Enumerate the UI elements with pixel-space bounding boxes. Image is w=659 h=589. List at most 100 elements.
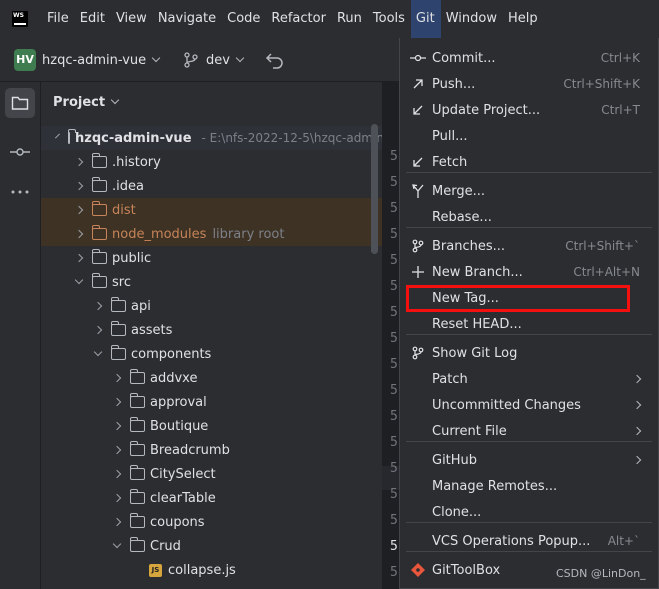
tree-row[interactable]: approval	[41, 390, 382, 414]
tree-row[interactable]: public	[41, 246, 382, 270]
branches-icon	[400, 239, 432, 253]
tree-row[interactable]: assets	[41, 318, 382, 342]
tree-item-label: components	[131, 346, 212, 362]
tree-row[interactable]: Breadcrumb	[41, 438, 382, 462]
expand-right-icon[interactable]	[93, 325, 103, 335]
menu-git[interactable]: Git	[410, 0, 441, 38]
git-menu-item-fetch[interactable]: Fetch	[400, 149, 658, 175]
tree-row[interactable]: .idea	[41, 174, 382, 198]
commit-icon	[10, 148, 30, 156]
commit-tool-button[interactable]	[5, 137, 35, 167]
menu-run[interactable]: Run	[332, 0, 368, 38]
expand-right-icon[interactable]	[74, 181, 84, 191]
tree-row[interactable]: CitySelect	[41, 462, 382, 486]
more-tools-button[interactable]	[5, 177, 35, 207]
expand-right-icon[interactable]	[112, 373, 122, 383]
expand-down-icon[interactable]	[55, 133, 60, 139]
menu-tools[interactable]: Tools	[368, 0, 411, 38]
project-tool-button[interactable]	[5, 88, 35, 118]
expand-down-icon[interactable]	[93, 347, 103, 357]
git-menu-item-merge[interactable]: Merge...	[400, 178, 658, 204]
menu-refactor[interactable]: Refactor	[266, 0, 332, 38]
git-dropdown-menu: Commit... Ctrl+K Push... Ctrl+Shift+K Update…	[399, 38, 659, 589]
tree-row[interactable]: dist	[41, 198, 382, 222]
tree-row[interactable]: .history	[41, 150, 382, 174]
menu-item-label: Branches...	[432, 238, 506, 254]
folder-icon	[91, 201, 107, 216]
menu-item-label: Show Git Log	[432, 345, 518, 361]
folder-icon	[129, 489, 145, 504]
expand-right-icon[interactable]	[74, 205, 84, 215]
tree-scrollbar[interactable]	[371, 124, 378, 254]
tree-row[interactable]: hzqc-admin-vue - E:\nfs-2022-12-5\hzqc-ad…	[41, 126, 382, 150]
line-number: 5	[390, 461, 398, 476]
git-menu-item-vcs-operations-popup[interactable]: VCS Operations Popup... Alt+`	[400, 528, 658, 554]
folder-icon	[129, 369, 145, 384]
tree-row[interactable]: coupons	[41, 510, 382, 534]
tree-row[interactable]: addvxe	[41, 366, 382, 390]
branch-selector[interactable]: dev	[184, 48, 245, 72]
expand-right-icon[interactable]	[112, 397, 122, 407]
git-menu-item-patch[interactable]: Patch	[400, 366, 658, 392]
git-menu-item-github[interactable]: GitHub	[400, 447, 658, 473]
menu-window[interactable]: Window	[441, 0, 503, 38]
expand-right-icon[interactable]	[112, 421, 122, 431]
folder-icon	[129, 465, 145, 480]
expand-right-icon[interactable]	[74, 253, 84, 263]
expand-down-icon[interactable]	[74, 275, 84, 285]
fetch-icon	[400, 156, 432, 168]
git-menu-item-clone[interactable]: Clone...	[400, 499, 658, 525]
menu-navigate[interactable]: Navigate	[153, 0, 222, 38]
tree-item-label: Crud	[150, 538, 181, 554]
expand-right-icon[interactable]	[74, 157, 84, 167]
submenu-arrow-icon	[632, 455, 642, 465]
git-menu-item-rebase[interactable]: Rebase...	[400, 204, 658, 230]
expand-right-icon[interactable]	[112, 493, 122, 503]
line-number: 5	[390, 201, 398, 216]
git-menu-item-manage-remotes[interactable]: Manage Remotes...	[400, 473, 658, 499]
git-menu-item-new-branch[interactable]: New Branch... Ctrl+Alt+N	[400, 259, 658, 285]
git-menu-item-pull[interactable]: Pull...	[400, 123, 658, 149]
menu-view[interactable]: View	[111, 0, 153, 38]
tree-row[interactable]: clearTable	[41, 486, 382, 510]
expand-right-icon[interactable]	[74, 229, 84, 239]
tree-row[interactable]: src	[41, 270, 382, 294]
git-menu-item-update-project[interactable]: Update Project... Ctrl+T	[400, 97, 658, 123]
expand-right-icon[interactable]	[112, 469, 122, 479]
expand-right-icon[interactable]	[93, 301, 103, 311]
tree-row[interactable]: node_modules library root	[41, 222, 382, 246]
expand-right-icon[interactable]	[112, 517, 122, 527]
tree-item-label: api	[131, 298, 151, 314]
menu-item-label: Merge...	[432, 183, 485, 199]
git-menu-item-reset-head[interactable]: Reset HEAD...	[400, 311, 658, 337]
menu-file[interactable]: File	[42, 0, 75, 38]
menu-code[interactable]: Code	[222, 0, 266, 38]
menu-item-label: Commit...	[432, 50, 496, 66]
expand-down-icon[interactable]	[112, 539, 122, 549]
menu-item-shortcut: Ctrl+Shift+K	[563, 77, 640, 91]
git-menu-item-show-git-log[interactable]: Show Git Log	[400, 340, 658, 366]
tree-row[interactable]: api	[41, 294, 382, 318]
menu-help[interactable]: Help	[503, 0, 544, 38]
tree-row[interactable]: Crud	[41, 534, 382, 558]
git-menu-item-branches[interactable]: Branches... Ctrl+Shift+`	[400, 233, 658, 259]
git-menu-item-commit[interactable]: Commit... Ctrl+K	[400, 45, 658, 71]
tree-row[interactable]: components	[41, 342, 382, 366]
git-menu-item-push[interactable]: Push... Ctrl+Shift+K	[400, 71, 658, 97]
undo-icon[interactable]	[265, 51, 285, 69]
tree-row[interactable]: Boutique	[41, 414, 382, 438]
line-number: 5	[390, 383, 398, 398]
folder-icon	[91, 153, 107, 168]
project-panel-header[interactable]: Project	[41, 82, 382, 122]
project-badge: HV	[14, 49, 36, 71]
git-menu-item-uncommitted-changes[interactable]: Uncommitted Changes	[400, 392, 658, 418]
project-selector[interactable]: HV hzqc-admin-vue	[14, 48, 161, 72]
line-number: 5	[390, 331, 398, 346]
tree-row[interactable]: JS collapse.js	[41, 558, 382, 582]
expand-right-icon[interactable]	[112, 445, 122, 455]
git-menu-item-current-file[interactable]: Current File	[400, 418, 658, 444]
tree-item-label: assets	[131, 322, 173, 338]
folder-icon	[91, 225, 107, 240]
submenu-arrow-icon	[632, 400, 642, 410]
menu-edit[interactable]: Edit	[75, 0, 111, 38]
